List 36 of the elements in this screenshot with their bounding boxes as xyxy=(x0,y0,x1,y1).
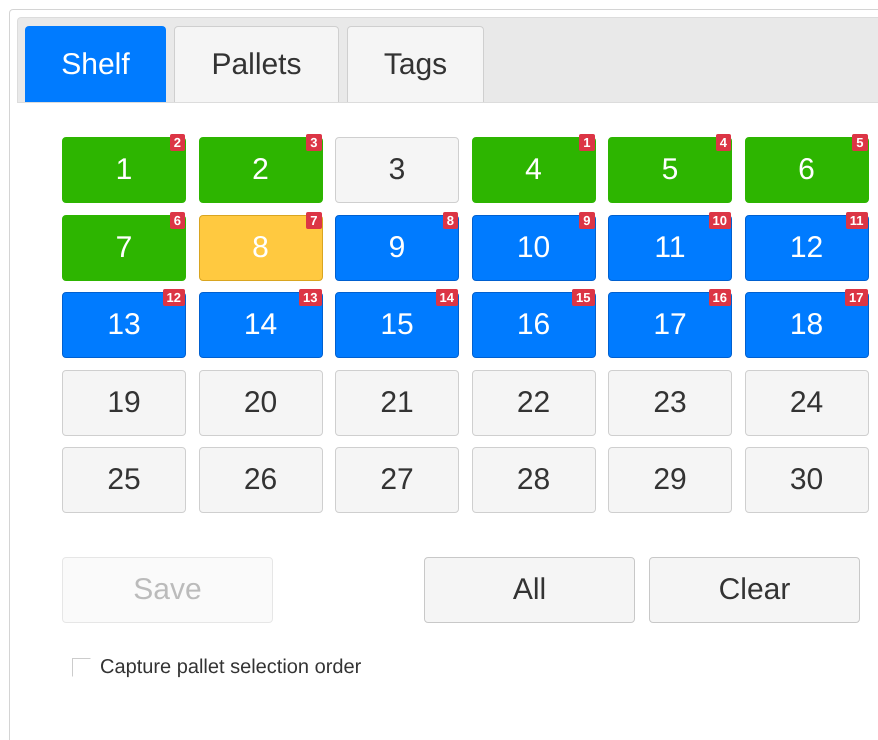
order-badge: 2 xyxy=(170,134,185,151)
order-badge: 14 xyxy=(436,289,458,306)
slot-button[interactable]: 19 xyxy=(62,370,186,436)
order-badge: 17 xyxy=(845,289,868,306)
slot-button[interactable]: 30 xyxy=(744,447,868,513)
slot-button[interactable]: 23 xyxy=(608,370,732,436)
slot-button[interactable]: 22 xyxy=(472,370,596,436)
order-badge: 15 xyxy=(572,289,594,306)
order-badge: 1 xyxy=(579,134,594,151)
order-badge: 3 xyxy=(306,134,322,151)
slot-button[interactable]: 3 xyxy=(335,137,459,203)
checkbox-label: Capture pallet selection order xyxy=(100,656,362,679)
order-badge: 11 xyxy=(846,212,868,228)
order-badge: 16 xyxy=(708,289,731,306)
slot-button[interactable]: 24 xyxy=(744,370,868,436)
slot-button[interactable]: 20 xyxy=(198,370,322,436)
tab[interactable]: Shelf xyxy=(25,26,166,102)
slot-button[interactable]: 27 xyxy=(335,447,459,513)
action-button[interactable]: Clear xyxy=(649,557,860,623)
slot-button[interactable]: 29 xyxy=(608,447,732,513)
tab[interactable]: Tags xyxy=(347,26,484,102)
order-badge: 9 xyxy=(579,212,594,228)
slot-button[interactable]: 21 xyxy=(335,370,459,436)
order-badge: 6 xyxy=(170,212,185,228)
order-badge: 12 xyxy=(162,289,185,306)
slot-button[interactable]: 26 xyxy=(198,447,322,513)
order-badge: 10 xyxy=(708,212,731,228)
order-badge: 4 xyxy=(716,134,731,151)
order-badge: 5 xyxy=(852,134,868,151)
action-button[interactable]: All xyxy=(424,557,635,623)
slot-button[interactable]: 28 xyxy=(472,447,596,513)
order-badge: 13 xyxy=(299,289,322,306)
slot-button[interactable]: 25 xyxy=(62,447,186,513)
order-badge: 7 xyxy=(306,212,322,228)
order-badge: 8 xyxy=(442,212,458,228)
tab[interactable]: Pallets xyxy=(174,26,339,102)
